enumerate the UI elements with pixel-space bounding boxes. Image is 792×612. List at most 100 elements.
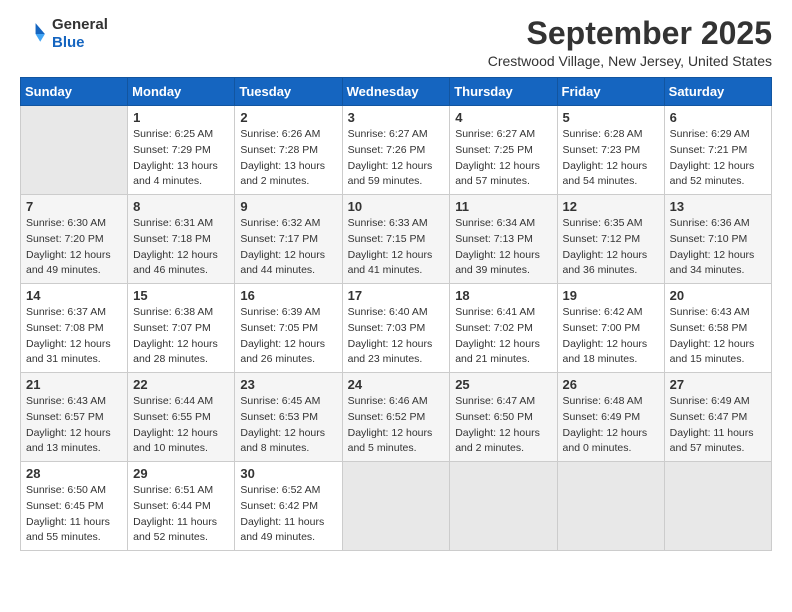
day-number: 4: [455, 110, 551, 125]
day-number: 7: [26, 199, 122, 214]
day-number: 30: [240, 466, 336, 481]
day-cell: 4 Sunrise: 6:27 AMSunset: 7:25 PMDaylight…: [450, 106, 557, 195]
logo-text: General Blue: [52, 16, 108, 52]
day-number: 18: [455, 288, 551, 303]
day-number: 24: [348, 377, 445, 392]
day-info: Sunrise: 6:34 AMSunset: 7:13 PMDaylight:…: [455, 216, 551, 279]
day-number: 15: [133, 288, 229, 303]
day-cell: 21 Sunrise: 6:43 AMSunset: 6:57 PMDayligh…: [21, 373, 128, 462]
day-cell: 22 Sunrise: 6:44 AMSunset: 6:55 PMDayligh…: [128, 373, 235, 462]
day-info: Sunrise: 6:38 AMSunset: 7:07 PMDaylight:…: [133, 305, 229, 368]
week-row-3: 14Sunrise: 6:37 AMSunset: 7:08 PMDayligh…: [21, 284, 772, 373]
day-number: 21: [26, 377, 122, 392]
week-row-4: 21 Sunrise: 6:43 AMSunset: 6:57 PMDayligh…: [21, 373, 772, 462]
day-info: Sunrise: 6:47 AMSunset: 6:50 PMDaylight:…: [455, 394, 551, 457]
page-title: September 2025: [488, 16, 772, 51]
week-row-1: 1 Sunrise: 6:25 AMSunset: 7:29 PMDaylight…: [21, 106, 772, 195]
day-cell: [342, 462, 450, 551]
day-cell: 11 Sunrise: 6:34 AMSunset: 7:13 PMDayligh…: [450, 195, 557, 284]
day-cell: 29 Sunrise: 6:51 AMSunset: 6:44 PMDayligh…: [128, 462, 235, 551]
day-info: Sunrise: 6:32 AMSunset: 7:17 PMDaylight:…: [240, 216, 336, 279]
day-info: Sunrise: 6:27 AMSunset: 7:25 PMDaylight:…: [455, 127, 551, 190]
day-cell: 24 Sunrise: 6:46 AMSunset: 6:52 PMDayligh…: [342, 373, 450, 462]
day-info: Sunrise: 6:25 AMSunset: 7:29 PMDaylight:…: [133, 127, 229, 190]
header-monday: Monday: [128, 78, 235, 106]
day-info: Sunrise: 6:44 AMSunset: 6:55 PMDaylight:…: [133, 394, 229, 457]
day-info: Sunrise: 6:50 AMSunset: 6:45 PMDaylight:…: [26, 483, 122, 546]
day-info: Sunrise: 6:40 AMSunset: 7:03 PMDaylight:…: [348, 305, 445, 368]
day-number: 11: [455, 199, 551, 214]
day-cell: 12Sunrise: 6:35 AMSunset: 7:12 PMDayligh…: [557, 195, 664, 284]
day-cell: 8 Sunrise: 6:31 AMSunset: 7:18 PMDaylight…: [128, 195, 235, 284]
day-cell: 23 Sunrise: 6:45 AMSunset: 6:53 PMDayligh…: [235, 373, 342, 462]
day-cell: 1 Sunrise: 6:25 AMSunset: 7:29 PMDaylight…: [128, 106, 235, 195]
day-cell: 15 Sunrise: 6:38 AMSunset: 7:07 PMDayligh…: [128, 284, 235, 373]
day-info: Sunrise: 6:52 AMSunset: 6:42 PMDaylight:…: [240, 483, 336, 546]
day-cell: [557, 462, 664, 551]
logo: General Blue: [20, 16, 108, 52]
week-row-5: 28Sunrise: 6:50 AMSunset: 6:45 PMDayligh…: [21, 462, 772, 551]
day-info: Sunrise: 6:30 AMSunset: 7:20 PMDaylight:…: [26, 216, 122, 279]
day-number: 13: [670, 199, 766, 214]
day-number: 26: [563, 377, 659, 392]
day-cell: 16 Sunrise: 6:39 AMSunset: 7:05 PMDayligh…: [235, 284, 342, 373]
logo-icon: [20, 20, 48, 48]
day-info: Sunrise: 6:31 AMSunset: 7:18 PMDaylight:…: [133, 216, 229, 279]
day-number: 9: [240, 199, 336, 214]
day-info: Sunrise: 6:49 AMSunset: 6:47 PMDaylight:…: [670, 394, 766, 457]
day-number: 20: [670, 288, 766, 303]
day-info: Sunrise: 6:43 AMSunset: 6:57 PMDaylight:…: [26, 394, 122, 457]
day-number: 23: [240, 377, 336, 392]
day-cell: 20 Sunrise: 6:43 AMSunset: 6:58 PMDayligh…: [664, 284, 771, 373]
day-info: Sunrise: 6:27 AMSunset: 7:26 PMDaylight:…: [348, 127, 445, 190]
day-number: 25: [455, 377, 551, 392]
day-cell: 30 Sunrise: 6:52 AMSunset: 6:42 PMDayligh…: [235, 462, 342, 551]
day-number: 3: [348, 110, 445, 125]
day-info: Sunrise: 6:35 AMSunset: 7:12 PMDaylight:…: [563, 216, 659, 279]
day-number: 8: [133, 199, 229, 214]
day-number: 16: [240, 288, 336, 303]
week-row-2: 7 Sunrise: 6:30 AMSunset: 7:20 PMDaylight…: [21, 195, 772, 284]
day-info: Sunrise: 6:36 AMSunset: 7:10 PMDaylight:…: [670, 216, 766, 279]
page-header: General Blue September 2025 Crestwood Vi…: [20, 16, 772, 69]
day-cell: 5Sunrise: 6:28 AMSunset: 7:23 PMDaylight…: [557, 106, 664, 195]
day-info: Sunrise: 6:51 AMSunset: 6:44 PMDaylight:…: [133, 483, 229, 546]
calendar-header-row: SundayMondayTuesdayWednesdayThursdayFrid…: [21, 78, 772, 106]
day-cell: 10 Sunrise: 6:33 AMSunset: 7:15 PMDayligh…: [342, 195, 450, 284]
day-info: Sunrise: 6:46 AMSunset: 6:52 PMDaylight:…: [348, 394, 445, 457]
day-cell: 13 Sunrise: 6:36 AMSunset: 7:10 PMDayligh…: [664, 195, 771, 284]
title-block: September 2025 Crestwood Village, New Je…: [488, 16, 772, 69]
header-tuesday: Tuesday: [235, 78, 342, 106]
day-info: Sunrise: 6:28 AMSunset: 7:23 PMDaylight:…: [563, 127, 659, 190]
day-cell: 25 Sunrise: 6:47 AMSunset: 6:50 PMDayligh…: [450, 373, 557, 462]
day-number: 6: [670, 110, 766, 125]
day-cell: 18Sunrise: 6:41 AMSunset: 7:02 PMDayligh…: [450, 284, 557, 373]
day-cell: 17 Sunrise: 6:40 AMSunset: 7:03 PMDayligh…: [342, 284, 450, 373]
header-sunday: Sunday: [21, 78, 128, 106]
day-number: 17: [348, 288, 445, 303]
day-info: Sunrise: 6:33 AMSunset: 7:15 PMDaylight:…: [348, 216, 445, 279]
day-number: 27: [670, 377, 766, 392]
day-number: 19: [563, 288, 659, 303]
day-cell: 3 Sunrise: 6:27 AMSunset: 7:26 PMDaylight…: [342, 106, 450, 195]
day-cell: 7 Sunrise: 6:30 AMSunset: 7:20 PMDaylight…: [21, 195, 128, 284]
day-cell: [450, 462, 557, 551]
day-cell: 26Sunrise: 6:48 AMSunset: 6:49 PMDayligh…: [557, 373, 664, 462]
day-info: Sunrise: 6:42 AMSunset: 7:00 PMDaylight:…: [563, 305, 659, 368]
day-info: Sunrise: 6:26 AMSunset: 7:28 PMDaylight:…: [240, 127, 336, 190]
day-cell: 2 Sunrise: 6:26 AMSunset: 7:28 PMDaylight…: [235, 106, 342, 195]
day-number: 2: [240, 110, 336, 125]
day-number: 14: [26, 288, 122, 303]
day-info: Sunrise: 6:39 AMSunset: 7:05 PMDaylight:…: [240, 305, 336, 368]
day-number: 22: [133, 377, 229, 392]
day-info: Sunrise: 6:45 AMSunset: 6:53 PMDaylight:…: [240, 394, 336, 457]
header-wednesday: Wednesday: [342, 78, 450, 106]
day-cell: [21, 106, 128, 195]
day-cell: 14Sunrise: 6:37 AMSunset: 7:08 PMDayligh…: [21, 284, 128, 373]
day-info: Sunrise: 6:43 AMSunset: 6:58 PMDaylight:…: [670, 305, 766, 368]
page-subtitle: Crestwood Village, New Jersey, United St…: [488, 53, 772, 69]
day-cell: 28Sunrise: 6:50 AMSunset: 6:45 PMDayligh…: [21, 462, 128, 551]
day-number: 1: [133, 110, 229, 125]
day-number: 10: [348, 199, 445, 214]
day-number: 29: [133, 466, 229, 481]
